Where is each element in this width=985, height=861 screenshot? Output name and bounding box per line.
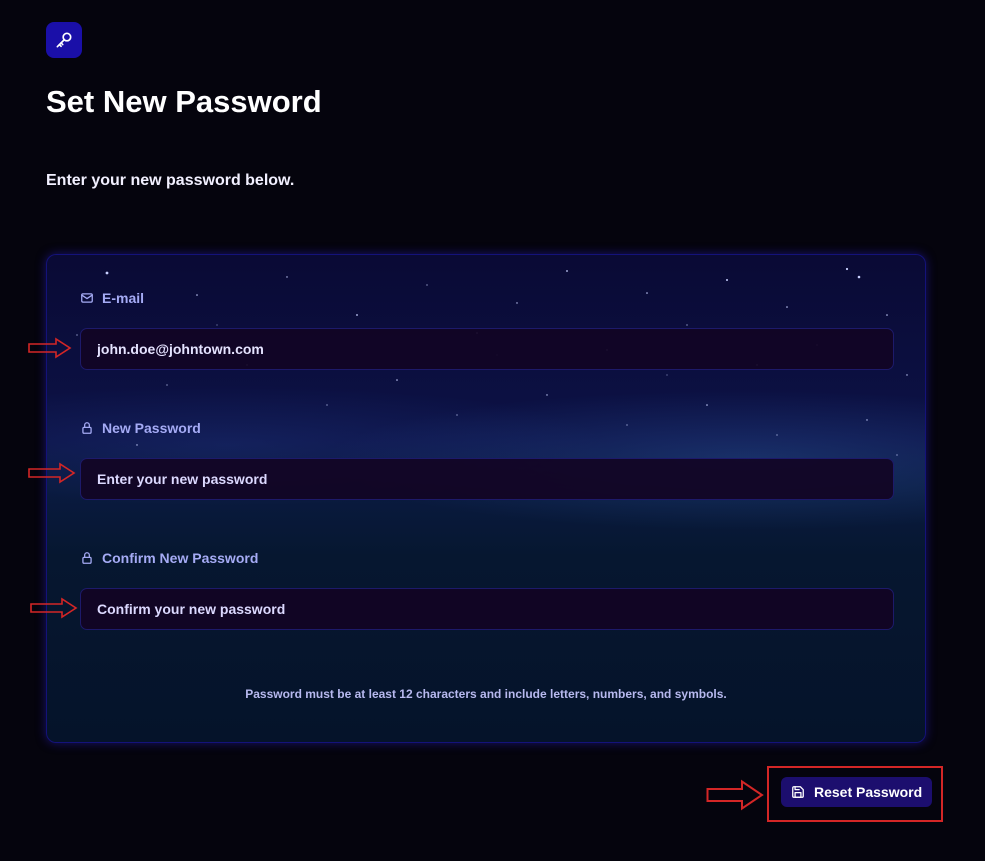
annotation-arrow-icon — [30, 597, 78, 619]
annotation-arrow-icon — [706, 779, 764, 811]
confirm-password-input[interactable] — [80, 588, 894, 630]
confirm-password-label-text: Confirm New Password — [102, 550, 259, 566]
page-subtitle: Enter your new password below. — [46, 172, 295, 189]
key-icon — [56, 32, 72, 48]
email-label: E-mail — [80, 290, 144, 306]
password-requirements-hint: Password must be at least 12 characters … — [245, 687, 727, 701]
new-password-label-text: New Password — [102, 420, 201, 436]
lock-icon — [82, 552, 92, 564]
email-input[interactable] — [80, 328, 894, 370]
new-password-label: New Password — [80, 420, 201, 436]
email-label-text: E-mail — [102, 290, 145, 306]
reset-password-form: E-mail New Password Confirm New Password… — [46, 254, 926, 743]
lock-icon — [82, 422, 92, 434]
reset-password-page: Set New Password Enter your new password… — [0, 0, 985, 861]
mail-icon — [81, 293, 93, 303]
new-password-input[interactable] — [80, 458, 894, 500]
annotation-arrow-icon — [28, 337, 72, 359]
annotation-arrow-icon — [28, 462, 76, 484]
page-title: Set New Password — [46, 84, 322, 119]
confirm-password-label: Confirm New Password — [80, 550, 258, 566]
app-logo — [46, 22, 82, 58]
annotation-highlight-box — [767, 766, 943, 822]
